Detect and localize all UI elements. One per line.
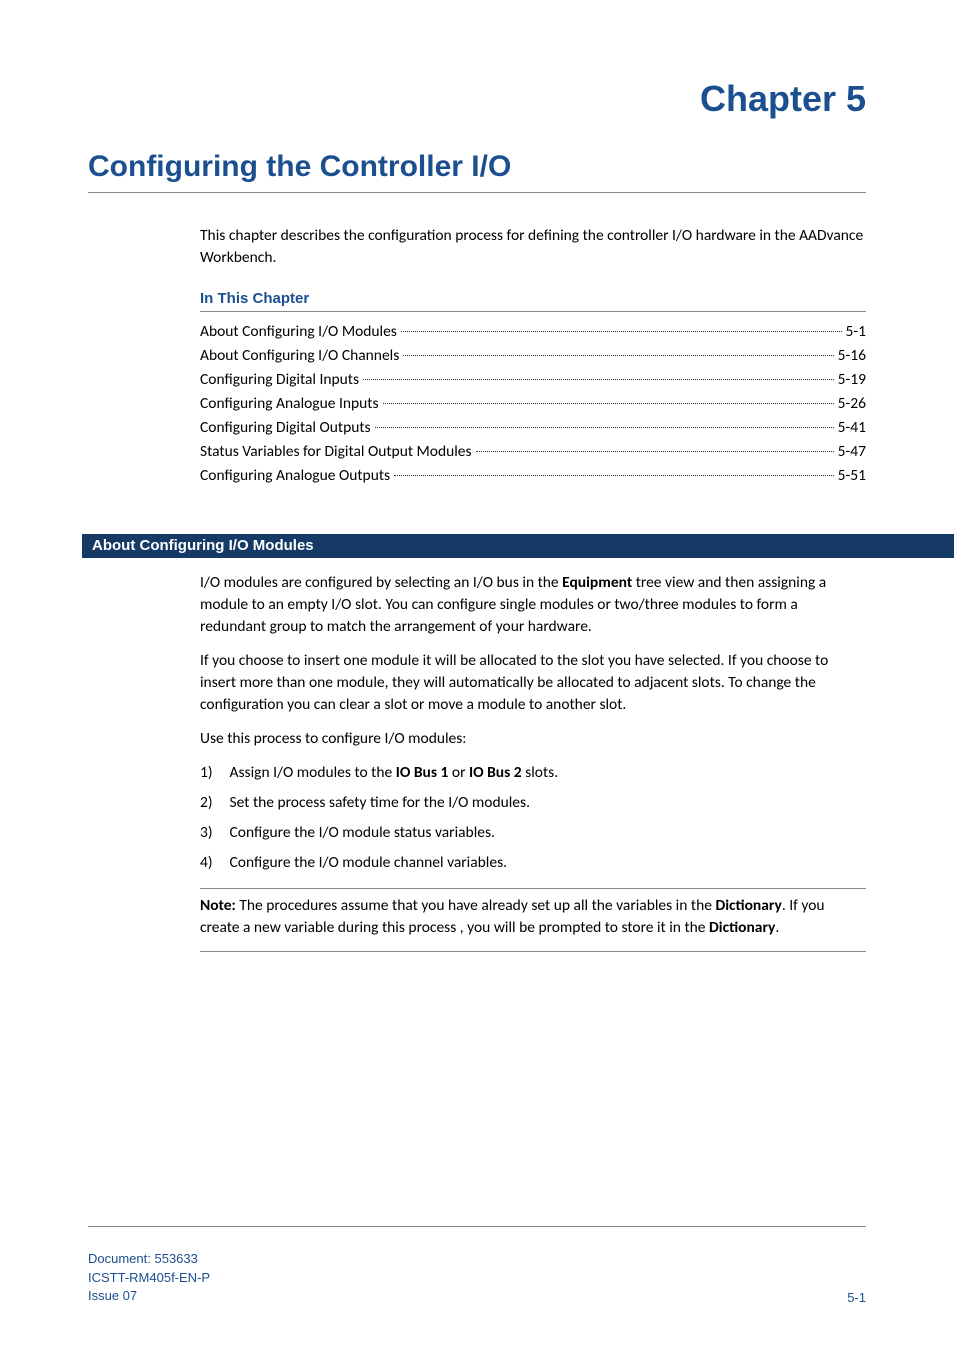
text: Set the process safety time for the I/O … [230,793,530,812]
list-num: 2) [200,792,226,814]
bold: Dictionary [709,918,775,937]
in-this-chapter-heading: In This Chapter [200,290,866,307]
toc-row[interactable]: About Configuring I/O Channels 5-16 [200,344,866,368]
list-item: 4) Configure the I/O module channel vari… [200,852,866,874]
toc-label: About Configuring I/O Channels [200,344,399,368]
toc-row[interactable]: Configuring Digital Inputs 5-19 [200,368,866,392]
toc-label: Configuring Digital Inputs [200,368,359,392]
text: Configure the I/O module status variable… [230,823,495,842]
footer-left: Document: 553633 ICSTT-RM405f-EN-P Issue… [88,1250,210,1305]
footer-page-number: 5-1 [847,1290,866,1305]
list-num: 3) [200,822,226,844]
note-paragraph: Note: The procedures assume that you hav… [200,895,866,939]
toc-label: About Configuring I/O Modules [200,320,397,344]
list-item: 2) Set the process safety time for the I… [200,792,866,814]
sub-underline [200,311,866,312]
toc-label: Configuring Analogue Outputs [200,464,390,488]
toc-label: Status Variables for Digital Output Modu… [200,440,472,464]
bold: Equipment [562,573,632,592]
toc-page: 5-19 [838,368,866,392]
chapter-title: Configuring the Controller I/O [88,150,866,184]
toc-dots [363,379,834,380]
bold: IO Bus 2 [469,763,522,782]
footer-line [88,1226,866,1227]
text: Assign I/O modules to the [230,763,396,782]
chapter-intro: This chapter describes the configuration… [200,225,866,268]
list-item: 1) Assign I/O modules to the IO Bus 1 or… [200,762,866,784]
bold: IO Bus 1 [396,763,449,782]
bold: Dictionary [715,896,781,915]
body-paragraph: I/O modules are configured by selecting … [200,572,866,638]
list-num: 1) [200,762,226,784]
text: or [448,763,469,782]
list-item: 3) Configure the I/O module status varia… [200,822,866,844]
toc-page: 5-26 [838,392,866,416]
toc: About Configuring I/O Modules 5-1 About … [200,320,866,488]
text: . [775,918,779,937]
text: Configure the I/O module channel variabl… [230,853,508,872]
toc-row[interactable]: Configuring Analogue Inputs 5-26 [200,392,866,416]
toc-label: Configuring Digital Outputs [200,416,371,440]
body-paragraph: Use this process to configure I/O module… [200,728,866,750]
chapter-number: Chapter 5 [88,78,866,120]
note-label: Note: [200,896,236,915]
footer-doc-num: 553633 [154,1251,197,1266]
title-underline [88,192,866,193]
page-footer: Document: 553633 ICSTT-RM405f-EN-P Issue… [88,1250,866,1305]
toc-page: 5-51 [838,464,866,488]
toc-page: 5-41 [838,416,866,440]
toc-page: 5-47 [838,440,866,464]
toc-row[interactable]: Configuring Digital Outputs 5-41 [200,416,866,440]
section-heading-bar: About Configuring I/O Modules [82,534,954,558]
toc-page: 5-16 [838,344,866,368]
toc-row[interactable]: Configuring Analogue Outputs 5-51 [200,464,866,488]
ordered-list: 1) Assign I/O modules to the IO Bus 1 or… [200,762,866,874]
footer-issue: Issue 07 [88,1287,210,1305]
toc-dots [394,475,834,476]
toc-row[interactable]: About Configuring I/O Modules 5-1 [200,320,866,344]
list-num: 4) [200,852,226,874]
footer-doc-label: Document: [88,1251,154,1266]
toc-dots [476,451,834,452]
toc-dots [403,355,833,356]
note-top-sep [200,888,866,889]
toc-page: 5-1 [846,320,866,344]
toc-dots [401,331,842,332]
toc-dots [383,403,834,404]
text: The procedures assume that you have alre… [236,896,716,915]
text: slots. [522,763,558,782]
toc-label: Configuring Analogue Inputs [200,392,379,416]
note-bottom-sep [200,951,866,952]
text: I/O modules are configured by selecting … [200,573,562,592]
body-paragraph: If you choose to insert one module it wi… [200,650,866,716]
footer-code: ICSTT-RM405f-EN-P [88,1269,210,1287]
toc-row[interactable]: Status Variables for Digital Output Modu… [200,440,866,464]
toc-dots [375,427,834,428]
